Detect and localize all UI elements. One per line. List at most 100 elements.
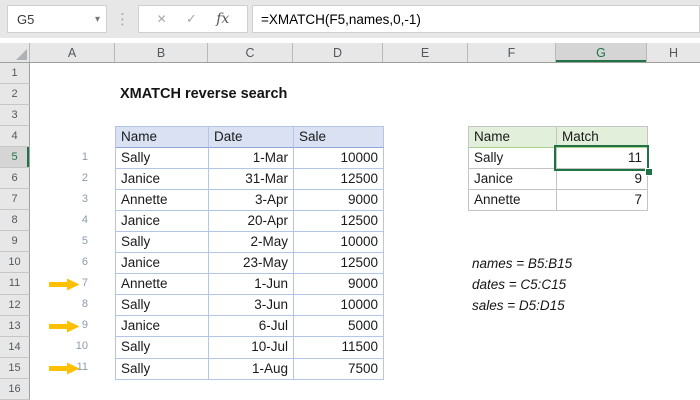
cell-sale[interactable]: 12500 [294,211,384,233]
row-index[interactable]: 8 [30,294,88,315]
chevron-down-icon[interactable]: ▾ [95,14,100,25]
select-all-triangle-icon [16,49,27,60]
column-header-b[interactable]: B [115,43,208,62]
cell-name[interactable]: Sally [116,358,209,380]
cell-sale[interactable]: 7500 [294,358,384,380]
cell-date[interactable]: 10-Jul [209,337,294,359]
row-header-7[interactable]: 7 [0,189,30,211]
note-names[interactable]: names = B5:B15 [472,253,572,274]
row-header-16[interactable]: 16 [0,378,30,400]
cell-sale[interactable]: 9000 [294,274,384,296]
lookup-cell-match[interactable]: 7 [557,190,648,212]
row-header-3[interactable]: 3 [0,105,30,127]
sheet-title[interactable]: XMATCH reverse search [120,84,287,105]
row-header-15[interactable]: 15 [0,357,30,379]
cell-name[interactable]: Sally [116,148,209,170]
formula-text: =XMATCH(F5,names,0,-1) [261,11,421,27]
row-index[interactable]: 5 [30,231,88,252]
row-header-8[interactable]: 8 [0,210,30,232]
row-header-2[interactable]: 2 [0,84,30,106]
row-header-14[interactable]: 14 [0,336,30,358]
cell-sale[interactable]: 10000 [294,148,384,170]
row-header-9[interactable]: 9 [0,231,30,253]
cell-date[interactable]: 31-Mar [209,169,294,191]
formula-bar: G5 ▾ ⋮ ✕ ✓ fx =XMATCH(F5,names,0,-1) [0,0,700,38]
cell-date[interactable]: 1-Jun [209,274,294,296]
formula-buttons: ✕ ✓ fx [138,5,248,33]
cancel-icon[interactable]: ✕ [157,12,167,26]
table-header-sale[interactable]: Sale [294,127,384,149]
cell-name[interactable]: Sally [116,337,209,359]
lookup-cell-name[interactable]: Janice [469,169,557,191]
name-box-value: G5 [17,11,35,27]
cell-name[interactable]: Janice [116,211,209,233]
row-header-13[interactable]: 13 [0,315,30,337]
cell-sale[interactable]: 5000 [294,316,384,338]
row-index[interactable]: 3 [30,189,88,210]
confirm-icon[interactable]: ✓ [186,11,197,27]
cell-name[interactable]: Janice [116,253,209,275]
table-header-date[interactable]: Date [209,127,294,149]
cell-name[interactable]: Annette [116,274,209,296]
cell-date[interactable]: 3-Apr [209,190,294,212]
column-header-h[interactable]: H [647,43,700,62]
column-header-d[interactable]: D [293,43,383,62]
row-header-11[interactable]: 11 [0,273,30,295]
column-header-c[interactable]: C [208,43,293,62]
row-header-10[interactable]: 10 [0,252,30,274]
cell-name[interactable]: Annette [116,190,209,212]
cell-sale[interactable]: 10000 [294,295,384,317]
cell-sale[interactable]: 10000 [294,232,384,254]
cell-date[interactable]: 20-Apr [209,211,294,233]
row-header-12[interactable]: 12 [0,294,30,316]
lookup-cell-name[interactable]: Annette [469,190,557,212]
column-header-a[interactable]: A [30,43,115,62]
active-cell-g5[interactable]: 11 [557,148,648,170]
fill-handle[interactable] [645,168,653,176]
highlight-arrow-icon [49,320,80,333]
cell-sale[interactable]: 9000 [294,190,384,212]
column-header-g[interactable]: G [556,43,647,62]
row-header-6[interactable]: 6 [0,168,30,190]
select-all-corner[interactable] [0,43,30,62]
row-index[interactable]: 2 [30,168,88,189]
cell-date[interactable]: 23-May [209,253,294,275]
cell-name[interactable]: Sally [116,232,209,254]
name-box[interactable]: G5 ▾ [7,5,107,33]
column-header-e[interactable]: E [383,43,468,62]
row-index[interactable]: 10 [30,336,88,357]
insert-function-icon[interactable]: fx [216,11,229,27]
cell-name[interactable]: Janice [116,169,209,191]
lookup-cell-match[interactable]: 9 [557,169,648,191]
cell-date[interactable]: 1-Mar [209,148,294,170]
column-header-f[interactable]: F [468,43,556,62]
lookup-cell-name[interactable]: Sally [469,148,557,170]
cell-date[interactable]: 3-Jun [209,295,294,317]
column-header-band: A B C D E F G H [0,43,700,63]
row-index-column: 1 2 3 4 5 6 7 8 9 10 11 [30,147,88,379]
cell-name[interactable]: Sally [116,295,209,317]
spreadsheet-app: G5 ▾ ⋮ ✕ ✓ fx =XMATCH(F5,names,0,-1) A B… [0,0,700,400]
row-header-4[interactable]: 4 [0,126,30,148]
cell-sale[interactable]: 12500 [294,253,384,275]
cell-date[interactable]: 2-May [209,232,294,254]
cell-name[interactable]: Janice [116,316,209,338]
row-header-5[interactable]: 5 [0,147,30,169]
cell-sale[interactable]: 12500 [294,169,384,191]
row-index[interactable]: 1 [30,147,88,168]
row-index[interactable]: 6 [30,252,88,273]
cell-date[interactable]: 6-Jul [209,316,294,338]
cell-sale[interactable]: 11500 [294,337,384,359]
row-header-1[interactable]: 1 [0,63,30,85]
menu-dots-icon: ⋮ [115,11,130,28]
row-header-band: 1 2 3 4 5 6 7 8 9 10 11 12 13 14 15 16 [0,63,30,400]
data-table: Name Date Sale Sally 1-Mar 10000 Janice … [115,126,384,380]
note-sales[interactable]: sales = D5:D15 [472,295,565,316]
formula-input[interactable]: =XMATCH(F5,names,0,-1) [252,5,700,33]
lookup-header-match[interactable]: Match [557,127,648,149]
cell-date[interactable]: 1-Aug [209,358,294,380]
lookup-header-name[interactable]: Name [469,127,557,149]
table-header-name[interactable]: Name [116,127,209,149]
row-index[interactable]: 4 [30,210,88,231]
note-dates[interactable]: dates = C5:C15 [472,274,566,295]
